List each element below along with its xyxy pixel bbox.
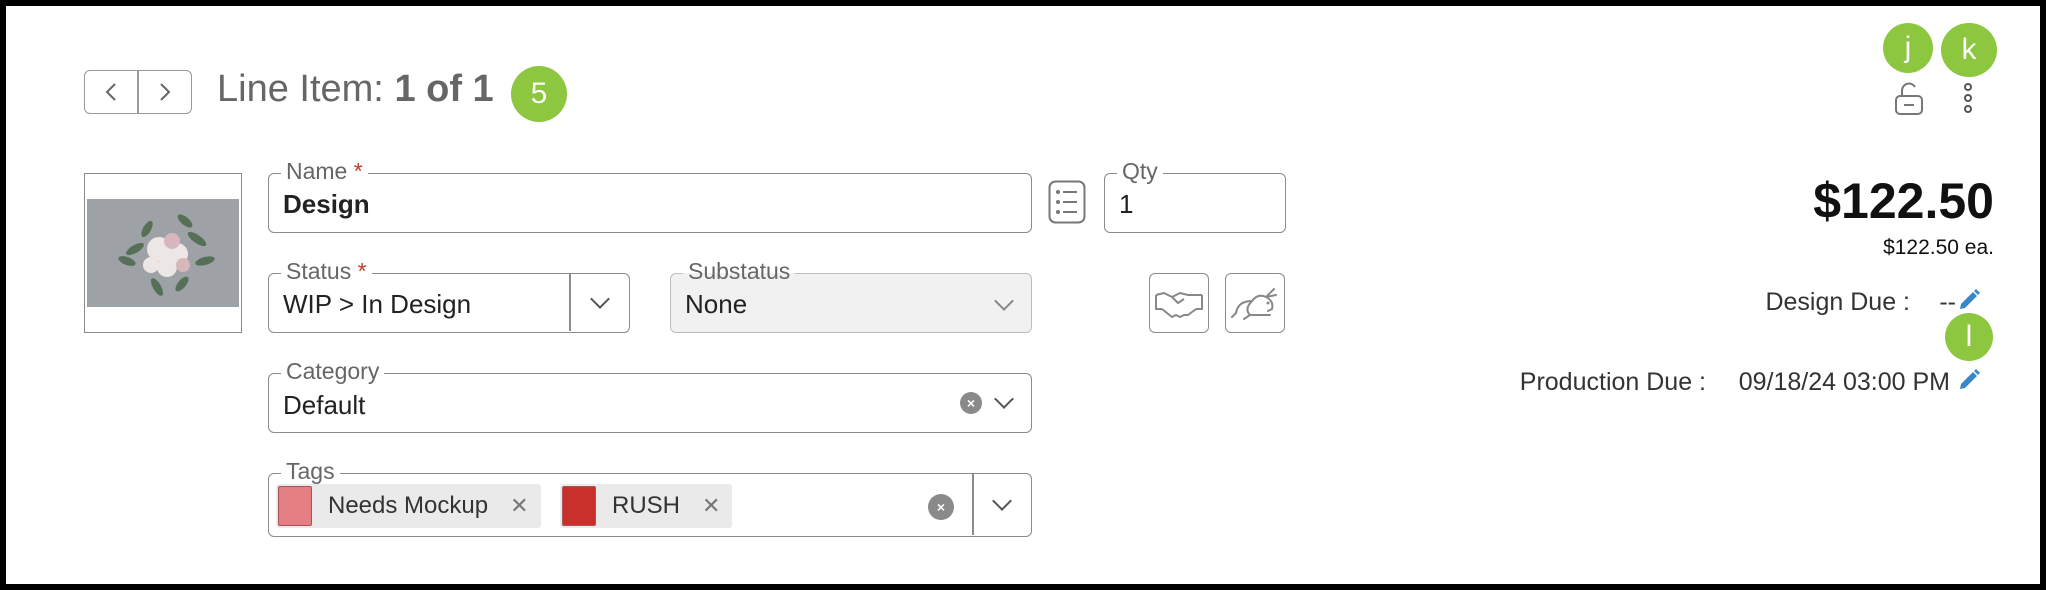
lock-open-icon	[1895, 82, 1923, 115]
status-value: WIP > In Design	[283, 289, 472, 319]
name-label-text: Name	[286, 158, 348, 184]
qty-value: 1	[1119, 189, 1134, 219]
page-title: Line Item: 1 of 1	[217, 68, 494, 111]
next-line-item-button[interactable]	[138, 70, 192, 114]
chevron-down-icon[interactable]	[590, 289, 610, 309]
qty-field[interactable]: Qty 1	[1104, 158, 1286, 233]
chevron-down-icon[interactable]	[992, 491, 1012, 511]
lock-toggle-button[interactable]	[1893, 80, 1925, 121]
prev-line-item-button[interactable]	[84, 70, 138, 114]
clear-icon[interactable]: ×	[960, 392, 982, 414]
status-select[interactable]: Status * WIP > In Design	[268, 258, 630, 333]
hint-badge-l: l	[1945, 313, 1993, 361]
list-icon	[1048, 180, 1086, 224]
tag-label: Needs Mockup	[328, 492, 489, 519]
tag-chip[interactable]: Needs Mockup ✕	[276, 484, 541, 528]
category-label: Category	[281, 358, 385, 385]
divider	[569, 274, 571, 331]
production-due-label: Production Due :	[1519, 368, 1706, 396]
design-due-value: --	[1939, 288, 1956, 316]
required-marker: *	[353, 158, 363, 184]
approval-button[interactable]	[1149, 273, 1209, 333]
tag-chip[interactable]: RUSH ✕	[560, 484, 733, 528]
name-label: Name *	[281, 158, 368, 185]
qty-label: Qty	[1117, 158, 1163, 185]
remove-tag-icon[interactable]: ✕	[510, 493, 528, 519]
status-label-text: Status	[286, 258, 352, 284]
description-list-button[interactable]	[1048, 180, 1086, 229]
name-field[interactable]: Name * Design	[268, 158, 1032, 233]
tag-color-swatch	[278, 486, 312, 526]
chevron-down-icon[interactable]	[994, 389, 1014, 409]
rush-button[interactable]	[1225, 273, 1285, 333]
rabbit-icon	[1231, 288, 1277, 320]
chevron-left-icon	[105, 83, 116, 101]
clear-icon[interactable]: ×	[928, 494, 954, 520]
hint-badge-5: 5	[511, 66, 567, 122]
divider	[972, 474, 974, 535]
production-due-value: 09/18/24 03:00 PM	[1738, 368, 1950, 396]
unit-price: $122.50 ea.	[1883, 236, 1994, 259]
tag-label: RUSH	[612, 492, 681, 519]
substatus-label: Substatus	[683, 258, 796, 285]
product-image	[87, 199, 239, 307]
tag-color-swatch	[562, 486, 596, 526]
chevron-right-icon	[160, 83, 171, 101]
substatus-value: None	[685, 289, 748, 319]
substatus-select[interactable]: Substatus None	[670, 258, 1032, 333]
category-value: Default	[283, 390, 366, 420]
handshake-icon	[1155, 292, 1203, 318]
required-marker: *	[357, 258, 367, 284]
design-due-label: Design Due :	[1765, 288, 1910, 316]
product-thumbnail[interactable]	[84, 173, 242, 333]
total-price: $122.50	[1813, 173, 1994, 229]
category-select[interactable]: Category Default ×	[268, 358, 1032, 433]
tags-label: Tags	[281, 458, 340, 485]
pencil-icon[interactable]	[1957, 288, 1981, 312]
remove-tag-icon[interactable]: ✕	[702, 493, 720, 519]
title-prefix: Line Item:	[217, 68, 384, 110]
hint-badge-j: j	[1883, 23, 1933, 73]
chevron-down-icon[interactable]	[994, 291, 1014, 311]
status-label: Status *	[281, 258, 372, 285]
more-options-button[interactable]	[1962, 82, 1974, 119]
hint-badge-k: k	[1941, 23, 1997, 77]
title-count: 1 of 1	[394, 68, 494, 110]
name-value: Design	[283, 189, 370, 219]
more-vertical-icon	[1964, 83, 1972, 113]
pencil-icon[interactable]	[1957, 368, 1981, 392]
